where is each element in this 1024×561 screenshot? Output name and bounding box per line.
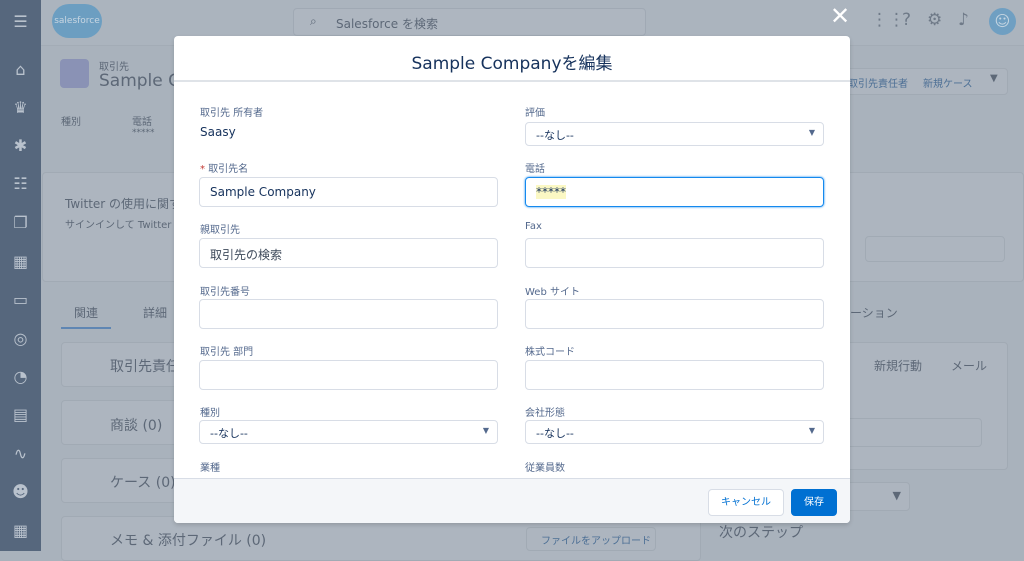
modal-title: Sample Companyを編集	[174, 36, 850, 82]
ownership-label: 会社形態	[525, 408, 565, 419]
close-icon[interactable]: ✕	[830, 2, 850, 30]
task-icon[interactable]: ☷	[0, 174, 41, 193]
rating-label: 評価	[525, 108, 545, 119]
rating-select[interactable]: --なし-- ▼	[525, 122, 824, 146]
tab-collaboration[interactable]: ーション	[850, 304, 898, 321]
owner-label: 取引先 所有者	[200, 108, 264, 119]
modal-footer: キャンセル 保存	[174, 478, 850, 523]
more-actions-icon[interactable]: ▼	[990, 73, 998, 84]
search-icon: ⌕	[310, 14, 317, 28]
rating-value: --なし--	[536, 129, 574, 142]
avatar[interactable]: ☺	[989, 8, 1016, 35]
phone-input[interactable]: *****	[525, 177, 824, 207]
save-button[interactable]: 保存	[791, 489, 837, 516]
new-case-button[interactable]: 新規ケース	[923, 75, 973, 90]
type-label: 種別	[200, 408, 220, 419]
sidebar: ☰ ⌂ ♛ ✱ ☷ ❐ ▦ ▭ ◎ ◔ ▤ ∿ ☻ ▦	[0, 0, 41, 551]
website-label: Web サイト	[525, 287, 580, 298]
salesforce-logo[interactable]: salesforce	[52, 4, 102, 38]
account-name-label: 取引先名	[208, 164, 249, 175]
bell-icon[interactable]: ♪	[958, 10, 969, 30]
phone-value: *****	[536, 185, 566, 199]
related-opportunities[interactable]: 商談 (0)	[110, 415, 162, 435]
twitter-subtitle: サインインして Twitter フ	[65, 220, 185, 231]
account-name-input[interactable]: Sample Company	[199, 177, 498, 207]
industry-label: 業種	[200, 463, 220, 474]
calendar-icon[interactable]: ▦	[0, 521, 41, 540]
report-icon[interactable]: ▤	[0, 405, 41, 424]
tab-related[interactable]: 関連	[74, 304, 98, 321]
twitter-button[interactable]	[865, 236, 1005, 262]
dashboard-icon[interactable]: ◔	[0, 367, 41, 386]
chevron-down-icon: ▼	[482, 426, 489, 435]
fax-label: Fax	[525, 221, 542, 232]
account-site-label: 取引先 部門	[200, 347, 254, 358]
activity-icon[interactable]: ∿	[0, 444, 41, 463]
account-icon[interactable]: ▦	[0, 252, 41, 271]
account-number-label: 取引先番号	[200, 287, 250, 298]
contact-icon[interactable]: ▭	[0, 290, 41, 309]
owner-value: Saasy	[200, 125, 236, 139]
file-icon[interactable]: ❐	[0, 213, 41, 232]
type-select[interactable]: --なし-- ▼	[199, 420, 498, 444]
opportunity-icon[interactable]: ♛	[0, 98, 41, 117]
type-label: 種別	[61, 117, 81, 128]
account-number-input[interactable]	[199, 299, 498, 329]
ownership-select[interactable]: --なし-- ▼	[525, 420, 824, 444]
activity-input[interactable]	[830, 418, 982, 447]
new-contact-button[interactable]: 取引先責任者	[848, 75, 908, 90]
ownership-value: --なし--	[536, 427, 574, 440]
parent-account-label: 親取引先	[200, 225, 240, 236]
help-icon[interactable]: ?	[902, 10, 911, 30]
parent-account-search-input[interactable]: 取引先の検索	[199, 238, 498, 268]
ticker-input[interactable]	[525, 360, 824, 390]
chevron-down-icon: ▼	[808, 426, 815, 435]
phone-value: *****	[132, 128, 155, 138]
related-notes-attachments[interactable]: メモ & 添付ファイル (0)	[110, 530, 266, 550]
chevron-down-icon: ▼	[808, 128, 815, 137]
related-cases[interactable]: ケース (0)	[110, 472, 176, 492]
website-input[interactable]	[525, 299, 824, 329]
target-icon[interactable]: ◎	[0, 329, 41, 348]
employees-label: 従業員数	[525, 463, 565, 474]
cancel-button[interactable]: キャンセル	[708, 489, 784, 516]
gear-icon[interactable]: ⚙	[927, 10, 942, 30]
chevron-down-icon: ▼	[892, 489, 901, 502]
next-steps-heading: 次のステップ	[719, 525, 803, 541]
edit-modal: Sample Companyを編集 取引先 所有者 Saasy * 取引先名 S…	[174, 36, 850, 523]
lead-icon[interactable]: ✱	[0, 136, 41, 155]
phone-label: 電話	[525, 164, 545, 175]
search-placeholder: Salesforce を検索	[336, 17, 438, 31]
account-site-input[interactable]	[199, 360, 498, 390]
app-launcher-icon[interactable]: ⋮⋮	[871, 10, 905, 30]
ticker-label: 株式コード	[525, 347, 575, 358]
new-event-tab[interactable]: 新規行動	[874, 357, 922, 374]
related-contacts[interactable]: 取引先責任	[110, 356, 180, 376]
tab-active-indicator	[61, 327, 111, 329]
account-record-icon	[60, 59, 89, 88]
home-icon[interactable]: ⌂	[0, 60, 41, 79]
global-search[interactable]: ⌕ Salesforce を検索	[293, 8, 646, 36]
tab-details[interactable]: 詳細	[143, 304, 167, 321]
upload-files-button[interactable]: ファイルをアップロード	[526, 527, 656, 551]
menu-icon[interactable]: ☰	[0, 12, 41, 31]
required-marker: *	[200, 164, 209, 175]
email-tab[interactable]: メール	[951, 357, 987, 374]
type-value: --なし--	[210, 427, 248, 440]
phone-label: 電話	[132, 117, 152, 128]
fax-input[interactable]	[525, 238, 824, 268]
group-icon[interactable]: ☻	[0, 482, 41, 501]
